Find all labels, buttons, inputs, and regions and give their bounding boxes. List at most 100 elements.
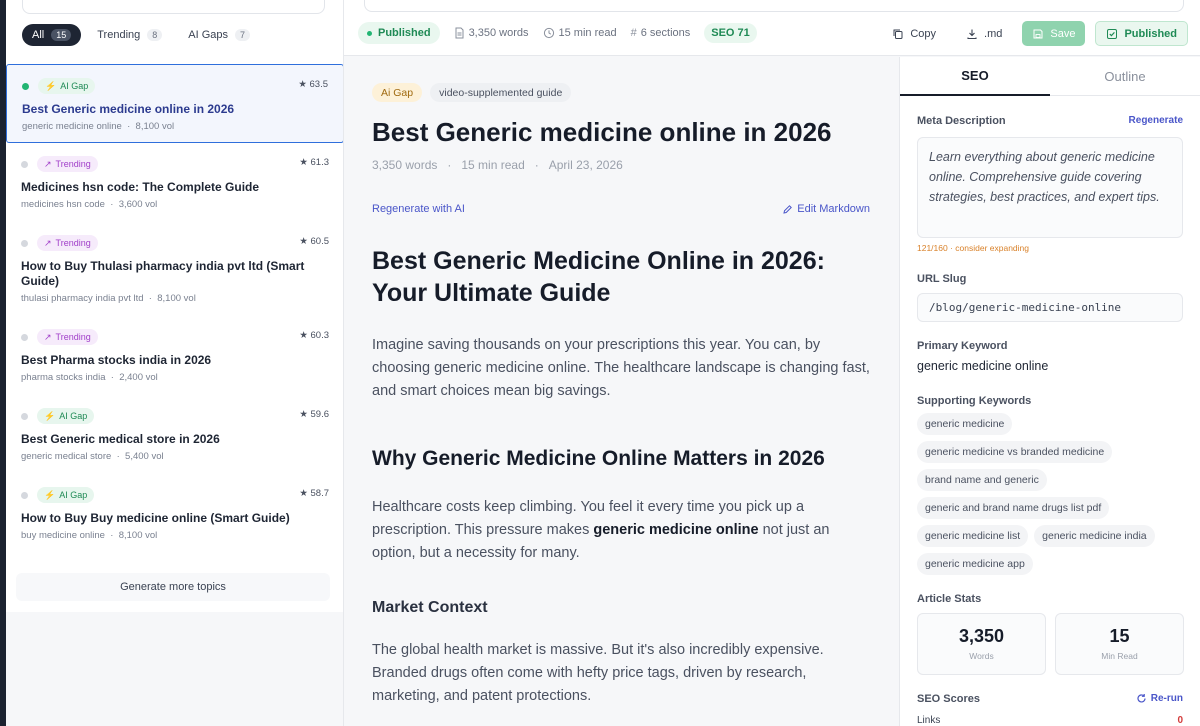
rerun-label: Re-run: [1150, 693, 1183, 704]
download-md-button[interactable]: .md: [956, 21, 1012, 46]
filter-count: 15: [51, 29, 72, 41]
stat-min-read: 15 Min Read: [1055, 613, 1184, 675]
topic-item[interactable]: ↗ Trending ★ 60.3 Best Pharma stocks indi…: [6, 316, 343, 395]
primary-keyword-value: generic medicine online: [917, 359, 1049, 373]
trend-up-icon: ↗: [44, 158, 52, 169]
paragraph-bold-keyword: generic medicine online: [593, 522, 759, 538]
topic-item[interactable]: ↗ Trending ★ 60.5 How to Buy Thulasi phar…: [6, 222, 343, 316]
keyword-chip[interactable]: generic medicine: [917, 413, 1013, 435]
keyword-chip[interactable]: generic medicine list: [917, 525, 1029, 547]
section-count: # 6 sections: [631, 27, 691, 39]
copy-button[interactable]: Copy: [882, 21, 946, 46]
keyword-chip[interactable]: generic medicine vs branded medicine: [917, 441, 1113, 463]
bolt-icon: ⚡: [44, 410, 56, 421]
status-dot: [21, 160, 28, 168]
status-dot: [22, 82, 29, 90]
article-toolbar: Published 3,350 words 15 min read # 6 se…: [344, 0, 1200, 56]
status-badge: Published: [358, 22, 440, 44]
tab-outline[interactable]: Outline: [1050, 57, 1200, 96]
keyword-chip[interactable]: generic medicine india: [1034, 525, 1155, 547]
article-paragraph: The global health market is massive. But…: [372, 642, 824, 704]
clock-icon: [543, 27, 554, 39]
topic-keyword: pharma stocks india: [21, 372, 106, 383]
trending-badge: ↗ Trending: [37, 156, 98, 172]
topic-list: ⚡ AI Gap ★ 63.5 Best Generic medicine onl…: [6, 64, 343, 553]
stat-value: 3,350: [958, 626, 1005, 646]
topic-item[interactable]: ⚡ AI Gap ★ 58.7 How to Buy Buy medicine o…: [6, 474, 343, 553]
copy-icon: [893, 29, 903, 39]
topic-item[interactable]: ⚡ AI Gap ★ 63.5 Best Generic medicine onl…: [6, 64, 343, 143]
topic-score: ★ 63.5: [298, 79, 328, 90]
filter-label: AI Gaps: [188, 29, 229, 41]
topic-title: Medicines hsn code: The Complete Guide: [21, 180, 260, 194]
topic-item[interactable]: ↗ Trending ★ 61.3 Medicines hsn code: The…: [6, 143, 343, 222]
topic-score: ★ 58.7: [299, 488, 329, 499]
topic-meta: generic medicine online · 8,100 vol: [22, 121, 175, 132]
download-icon: [967, 29, 977, 39]
primary-keyword-label: Primary Keyword: [917, 340, 1008, 352]
word-count-label: 3,350 words: [468, 27, 529, 39]
keyword-chip[interactable]: generic medicine app: [917, 553, 1033, 575]
topic-meta: pharma stocks india · 2,400 vol: [21, 372, 158, 383]
meta-char-counter: 121/160 · consider expanding: [917, 243, 1029, 253]
topic-item[interactable]: ⚡ AI Gap ★ 59.6 Best Generic medical stor…: [6, 395, 343, 474]
topic-meta: medicines hsn code · 3,600 vol: [21, 199, 158, 210]
filter-chips: All 15 Trending 8 AI Gaps 7: [22, 24, 260, 46]
trending-badge: ↗ Trending: [37, 329, 98, 345]
meta-description-field[interactable]: Learn everything about generic medicine …: [917, 137, 1183, 238]
published-button[interactable]: Published: [1095, 21, 1188, 46]
refresh-icon: [1137, 694, 1146, 703]
article-paragraph: Healthcare costs keep climbing. You feel…: [372, 496, 870, 565]
ai-gap-badge: ⚡ AI Gap: [37, 408, 95, 424]
hash-icon: #: [630, 27, 637, 39]
topic-keyword: buy medicine online: [21, 530, 105, 541]
search-input[interactable]: [22, 0, 325, 14]
url-slug-field[interactable]: /blog/generic-medicine-online: [917, 293, 1183, 322]
topic-meta: generic medical store · 5,400 vol: [21, 451, 164, 462]
read-time-label: 15 min read: [558, 27, 617, 39]
read-time: 15 min read: [543, 27, 617, 39]
ai-gap-tag: Ai Gap: [372, 83, 423, 102]
status-dot: [21, 491, 28, 499]
stat-label: Min Read: [1101, 651, 1138, 661]
article-view: Ai Gap video-supplemented guide Best Gen…: [344, 57, 899, 726]
topic-score: ★ 60.3: [299, 330, 329, 341]
regenerate-with-ai-link[interactable]: Regenerate with AI: [372, 203, 465, 215]
edit-markdown-link[interactable]: Edit Markdown: [782, 203, 870, 215]
article-title: Best Generic medicine online in 2026: [372, 117, 832, 147]
topic-volume: 3,600 vol: [118, 199, 158, 210]
document-icon: [455, 27, 464, 39]
badge-label: Trending: [55, 159, 91, 169]
filter-trending[interactable]: Trending 8: [87, 24, 172, 46]
generate-more-button[interactable]: Generate more topics: [16, 573, 330, 601]
keyword-chip[interactable]: generic and brand name drugs list pdf: [917, 497, 1110, 519]
article-heading-1: Best Generic Medicine Online in 2026: Yo…: [372, 247, 825, 307]
trend-up-icon: ↗: [44, 237, 52, 248]
status-dot: [21, 239, 28, 247]
topic-title: Best Generic medicine online in 2026: [22, 102, 235, 116]
article-meta: 3,350 words · 15 min read · April 23, 2026: [372, 158, 623, 172]
topic-keyword: generic medical store: [21, 451, 112, 462]
badge-label: AI Gap: [59, 411, 88, 421]
seo-scores-label: SEO Scores: [917, 693, 980, 705]
badge-label: Trending: [55, 332, 91, 342]
save-button[interactable]: Save: [1022, 21, 1086, 46]
keyword-chip[interactable]: brand name and generic: [917, 469, 1047, 491]
supporting-keywords-list: generic medicine generic medicine vs bra…: [917, 413, 1187, 575]
topic-volume: 5,400 vol: [125, 451, 164, 462]
badge-label: AI Gap: [60, 81, 89, 91]
tab-seo[interactable]: SEO: [900, 57, 1050, 96]
status-dot: [367, 30, 372, 36]
rerun-button[interactable]: Re-run: [1136, 693, 1183, 704]
topic-title: How to Buy Buy medicine online (Smart Gu…: [21, 511, 290, 525]
filter-label: Trending: [97, 29, 141, 41]
copy-label: Copy: [910, 27, 937, 40]
save-icon: [1033, 29, 1043, 38]
filter-ai-gaps[interactable]: AI Gaps 7: [178, 24, 260, 46]
topic-title: How to Buy Thulasi pharmacy india pvt lt…: [21, 259, 305, 288]
regenerate-meta-button[interactable]: Regenerate: [1129, 115, 1183, 126]
topic-score: ★ 60.5: [299, 236, 329, 247]
filter-all[interactable]: All 15: [22, 24, 82, 46]
toolbar-header-stub: [364, 0, 1184, 12]
topic-volume: 8,100 vol: [135, 121, 175, 132]
